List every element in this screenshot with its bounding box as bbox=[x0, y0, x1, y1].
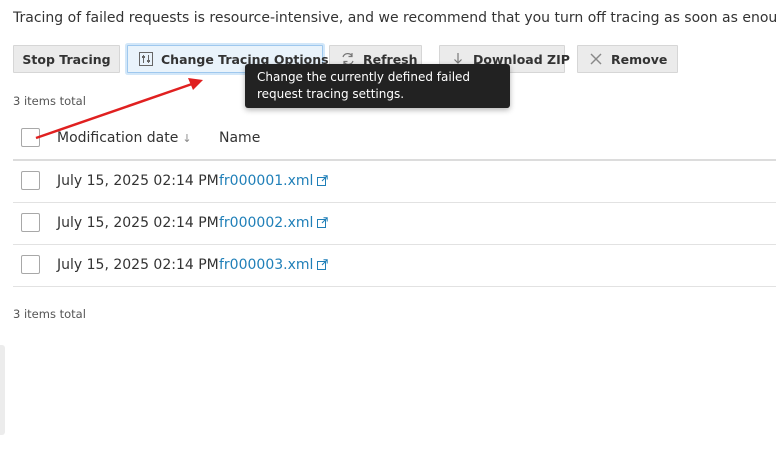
row-checkbox[interactable] bbox=[21, 255, 40, 274]
select-all-checkbox[interactable] bbox=[21, 128, 40, 147]
external-link-icon bbox=[317, 258, 329, 274]
file-link[interactable]: fr000001.xml bbox=[219, 173, 329, 190]
close-icon bbox=[588, 51, 604, 67]
stop-tracing-button[interactable]: Stop Tracing bbox=[13, 45, 120, 73]
remove-button[interactable]: Remove bbox=[577, 45, 678, 73]
file-link-label: fr000001.xml bbox=[219, 173, 314, 189]
row-date: July 15, 2025 02:14 PM bbox=[57, 257, 219, 273]
file-link-label: fr000002.xml bbox=[219, 215, 314, 231]
row-checkbox[interactable] bbox=[21, 213, 40, 232]
external-link-icon bbox=[317, 174, 329, 190]
items-total-top: 3 items total bbox=[13, 94, 86, 108]
column-header-modification-date-label: Modification date bbox=[57, 130, 179, 146]
remove-label: Remove bbox=[611, 51, 668, 67]
external-link-icon bbox=[317, 216, 329, 232]
tracing-notice: Tracing of failed requests is resource-i… bbox=[13, 10, 776, 26]
table-row: July 15, 2025 02:14 PM fr000002.xml bbox=[13, 203, 776, 245]
file-link[interactable]: fr000002.xml bbox=[219, 215, 329, 232]
items-total-bottom: 3 items total bbox=[13, 307, 86, 321]
sliders-icon bbox=[138, 51, 154, 67]
sort-down-icon: ↓ bbox=[182, 132, 192, 145]
file-link-label: fr000003.xml bbox=[219, 257, 314, 273]
row-date: July 15, 2025 02:14 PM bbox=[57, 215, 219, 231]
file-link[interactable]: fr000003.xml bbox=[219, 257, 329, 274]
side-panel-edge bbox=[0, 345, 5, 435]
table-row: July 15, 2025 02:14 PM fr000001.xml bbox=[13, 161, 776, 203]
row-date: July 15, 2025 02:14 PM bbox=[57, 173, 219, 189]
table-row: July 15, 2025 02:14 PM fr000003.xml bbox=[13, 245, 776, 287]
tooltip: Change the currently defined failed requ… bbox=[245, 64, 510, 108]
column-header-modification-date[interactable]: Modification date ↓ bbox=[57, 130, 192, 146]
row-checkbox[interactable] bbox=[21, 171, 40, 190]
column-header-name[interactable]: Name bbox=[219, 130, 260, 146]
table-header: Modification date ↓ Name bbox=[13, 118, 776, 161]
traces-table: Modification date ↓ Name July 15, 2025 02… bbox=[13, 118, 776, 287]
stop-tracing-label: Stop Tracing bbox=[22, 51, 111, 67]
